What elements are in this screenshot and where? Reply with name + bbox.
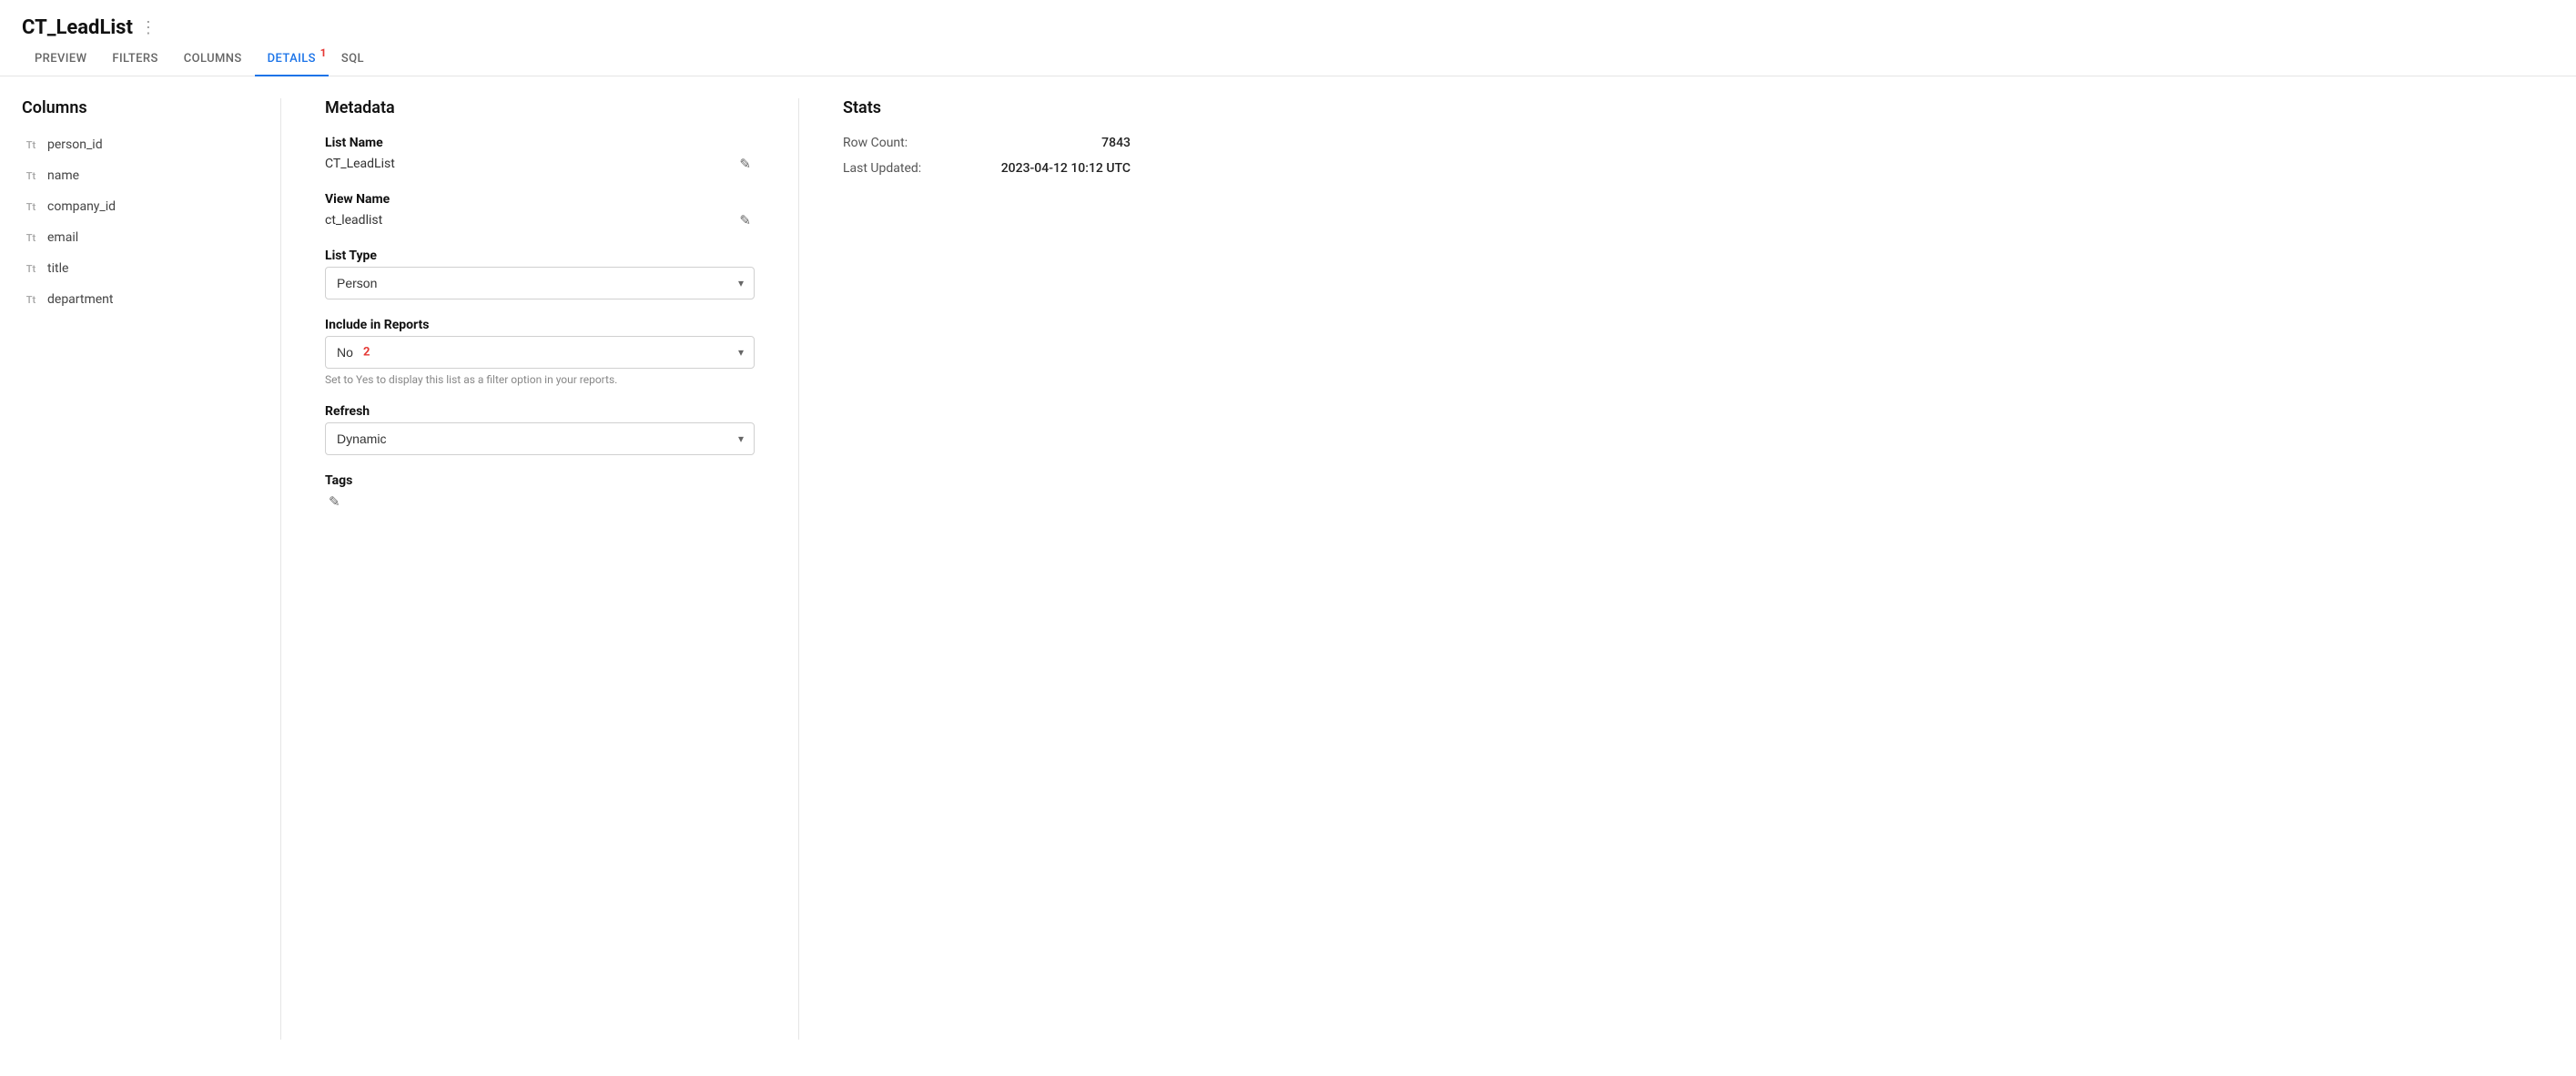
refresh-label: Refresh	[325, 404, 755, 419]
list-item: Tt name	[22, 167, 237, 185]
type-icon-name: Tt	[22, 167, 40, 185]
column-name-company-id: company_id	[47, 199, 116, 214]
tabs-bar: PREVIEW FILTERS COLUMNS DETAILS 1 SQL	[0, 43, 2576, 76]
view-name-edit-button[interactable]: ✎	[735, 210, 755, 230]
list-item: Tt title	[22, 259, 237, 278]
metadata-panel-title: Metadata	[325, 98, 755, 117]
columns-panel-title: Columns	[22, 98, 237, 117]
columns-panel: Columns Tt person_id Tt name Tt company_…	[22, 98, 259, 1040]
list-name-field: List Name CT_LeadList ✎	[325, 136, 755, 174]
include-in-reports-select[interactable]: No Yes	[325, 336, 755, 369]
stats-panel: Stats Row Count: 7843 Last Updated: 2023…	[821, 98, 1131, 1040]
column-name-name: name	[47, 168, 79, 183]
tags-label: Tags	[325, 473, 755, 488]
tab-columns[interactable]: COLUMNS	[171, 43, 255, 76]
include-in-reports-field: Include in Reports No Yes ▾ 2 Set to Yes…	[325, 318, 755, 386]
list-item: Tt company_id	[22, 198, 237, 216]
column-list: Tt person_id Tt name Tt company_id Tt em…	[22, 136, 237, 309]
tab-details[interactable]: DETAILS 1	[255, 43, 329, 76]
more-options-icon[interactable]: ⋮	[140, 18, 157, 37]
type-icon-company-id: Tt	[22, 198, 40, 216]
list-type-field: List Type Person Company Event ▾	[325, 249, 755, 299]
list-name-value: CT_LeadList	[325, 157, 395, 171]
divider-metadata-stats	[798, 98, 799, 1040]
view-name-field: View Name ct_leadlist ✎	[325, 192, 755, 230]
list-item: Tt email	[22, 228, 237, 247]
list-type-label: List Type	[325, 249, 755, 263]
page-header: CT_LeadList ⋮	[0, 0, 2576, 39]
view-name-value: ct_leadlist	[325, 213, 382, 228]
list-item: Tt department	[22, 290, 237, 309]
last-updated-value: 2023-04-12 10:12 UTC	[1001, 161, 1131, 176]
include-in-reports-label: Include in Reports	[325, 318, 755, 332]
type-icon-person-id: Tt	[22, 136, 40, 154]
row-count-key: Row Count:	[843, 136, 908, 150]
view-name-label: View Name	[325, 192, 755, 207]
last-updated-key: Last Updated:	[843, 161, 921, 176]
column-name-department: department	[47, 292, 113, 307]
view-name-value-row: ct_leadlist ✎	[325, 210, 755, 230]
main-content: Columns Tt person_id Tt name Tt company_…	[0, 76, 2576, 1061]
include-in-reports-select-wrapper: No Yes ▾ 2	[325, 336, 755, 369]
row-count-value: 7843	[1101, 136, 1131, 150]
refresh-select-wrapper: Dynamic Static ▾	[325, 422, 755, 455]
metadata-panel: Metadata List Name CT_LeadList ✎ View Na…	[303, 98, 776, 1040]
column-name-person-id: person_id	[47, 137, 103, 152]
column-name-email: email	[47, 230, 78, 245]
tab-sql[interactable]: SQL	[329, 43, 377, 76]
type-icon-department: Tt	[22, 290, 40, 309]
list-name-label: List Name	[325, 136, 755, 150]
column-name-title: title	[47, 261, 68, 276]
type-icon-email: Tt	[22, 228, 40, 247]
divider-columns-metadata	[280, 98, 281, 1040]
tags-edit-button[interactable]: ✎	[325, 492, 344, 512]
include-in-reports-hint: Set to Yes to display this list as a fil…	[325, 373, 755, 386]
row-count-row: Row Count: 7843	[843, 136, 1131, 150]
stats-panel-title: Stats	[843, 98, 1131, 117]
tab-preview[interactable]: PREVIEW	[22, 43, 99, 76]
details-tab-badge: 1	[320, 46, 327, 59]
page-title: CT_LeadList	[22, 16, 133, 39]
last-updated-row: Last Updated: 2023-04-12 10:12 UTC	[843, 161, 1131, 176]
list-item: Tt person_id	[22, 136, 237, 154]
list-type-select[interactable]: Person Company Event	[325, 267, 755, 299]
type-icon-title: Tt	[22, 259, 40, 278]
list-name-edit-button[interactable]: ✎	[735, 154, 755, 174]
refresh-select[interactable]: Dynamic Static	[325, 422, 755, 455]
tab-filters[interactable]: FILTERS	[99, 43, 170, 76]
refresh-field: Refresh Dynamic Static ▾	[325, 404, 755, 455]
tags-field: Tags ✎	[325, 473, 755, 512]
list-type-select-wrapper: Person Company Event ▾	[325, 267, 755, 299]
list-name-value-row: CT_LeadList ✎	[325, 154, 755, 174]
